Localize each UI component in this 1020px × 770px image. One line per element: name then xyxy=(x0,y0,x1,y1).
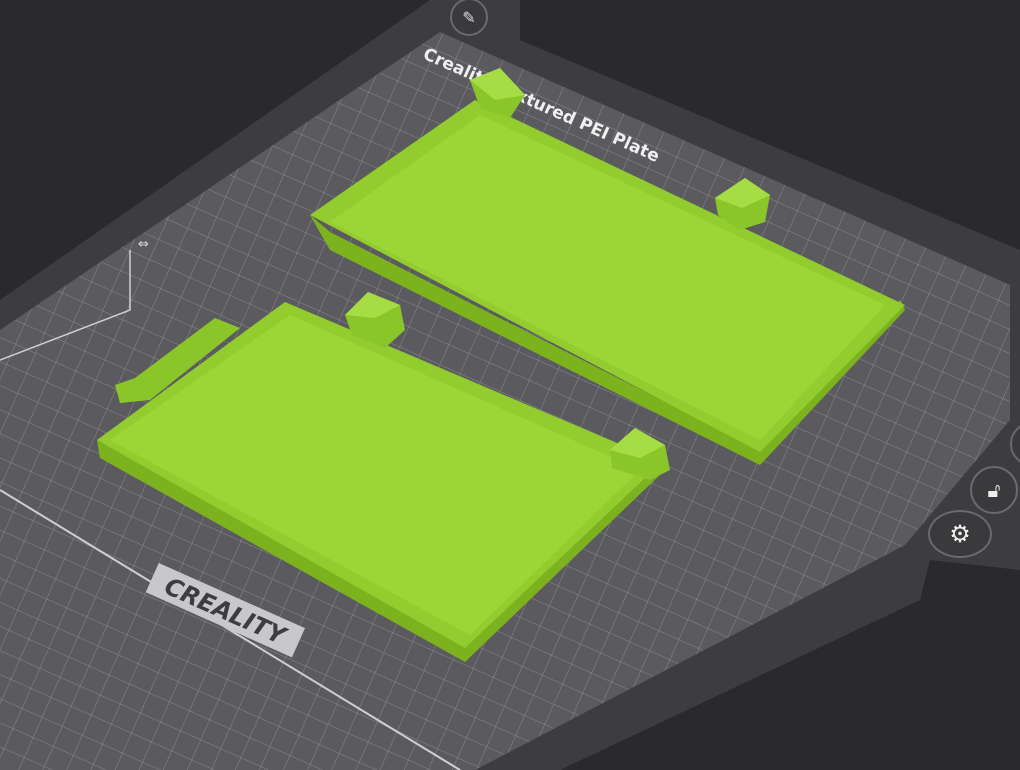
height-indicator-icon: ⇔ xyxy=(138,237,149,252)
lock-plate-button[interactable]: 🔓︎ xyxy=(970,466,1018,514)
3d-viewport[interactable]: ⇔ Creality Textured PEI Plate CREALITY xyxy=(0,0,1020,770)
lock-icon: 🔓︎ xyxy=(987,478,1001,502)
edit-icon: ✎ xyxy=(462,7,476,27)
plate-settings-button[interactable]: ⚙ xyxy=(928,510,992,558)
gear-icon: ⚙ xyxy=(949,520,971,548)
